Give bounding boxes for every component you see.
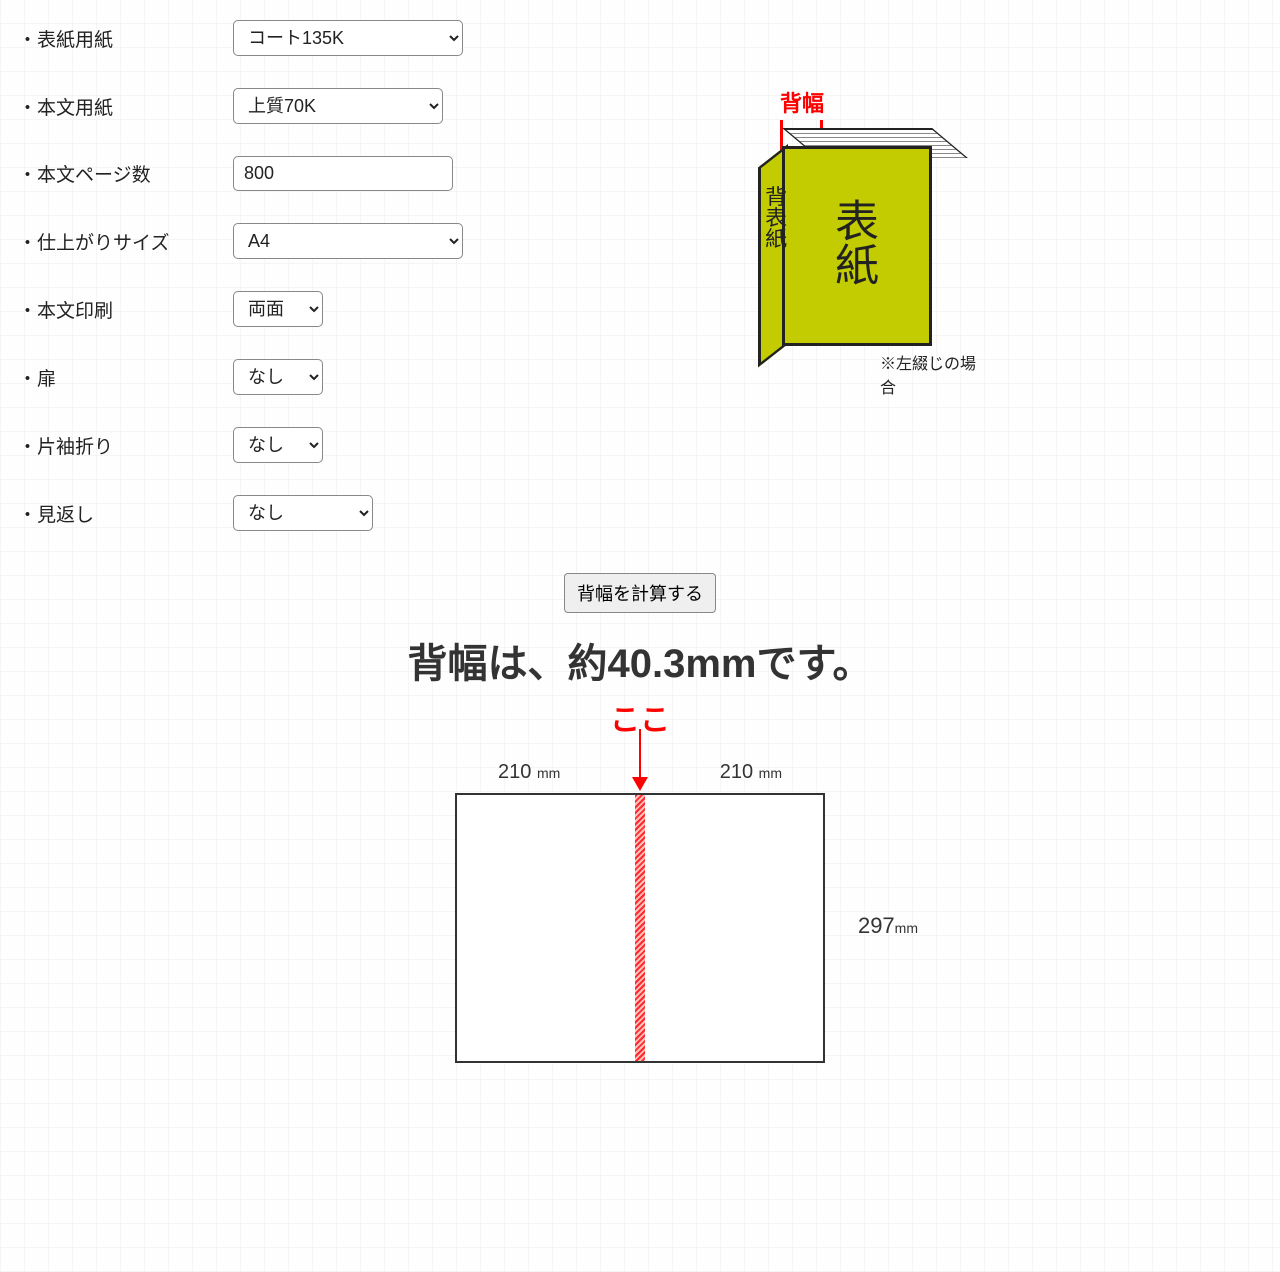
- row-finish-size: 仕上がりサイズ A4: [18, 223, 650, 259]
- label-body-paper: 本文用紙: [18, 93, 233, 120]
- row-body-print: 本文印刷 両面: [18, 291, 650, 327]
- cover-spine-strip: [635, 793, 645, 1063]
- input-page-count[interactable]: [233, 156, 453, 191]
- dim-mm-2: mm: [759, 765, 782, 781]
- row-page-count: 本文ページ数: [18, 156, 650, 191]
- book-3d-shape: 背表紙 表紙: [760, 138, 950, 348]
- row-body-paper: 本文用紙 上質70K: [18, 88, 650, 124]
- dim-width-right: 210 mm: [720, 761, 782, 784]
- select-sleeve-fold[interactable]: なし: [233, 427, 323, 463]
- cover-panel-right: [645, 793, 825, 1063]
- label-tobira: 扉: [18, 364, 233, 391]
- dim-mm-3: mm: [895, 920, 918, 936]
- book-3d-diagram: 背幅 背表紙 表紙 ※左綴じの場合: [690, 90, 990, 410]
- select-body-print[interactable]: 両面: [233, 291, 323, 327]
- calculate-row: 背幅を計算する: [10, 573, 1270, 613]
- select-finish-size[interactable]: A4: [233, 223, 463, 259]
- result-text: 背幅は、約40.3mmです。: [10, 631, 1270, 689]
- calculate-button[interactable]: 背幅を計算する: [564, 573, 716, 613]
- row-cover-paper: 表紙用紙 コート135K: [18, 20, 650, 56]
- label-page-count: 本文ページ数: [18, 160, 233, 187]
- flat-diagram-area: ここ 210 mm 210 mm 297mm: [10, 695, 1270, 1098]
- dim-mm-1: mm: [537, 765, 560, 781]
- dim-height: 297mm: [858, 913, 918, 939]
- dim-width-left-val: 210: [498, 761, 531, 783]
- dim-height-val: 297: [858, 913, 895, 938]
- label-body-print: 本文印刷: [18, 296, 233, 323]
- book-diagram-area: 背幅 背表紙 表紙 ※左綴じの場合: [690, 20, 1270, 410]
- select-tobira[interactable]: なし: [233, 359, 323, 395]
- book-front-text: 表紙: [830, 198, 874, 286]
- label-cover-paper: 表紙用紙: [18, 25, 233, 52]
- dim-width-left: 210 mm: [498, 761, 560, 784]
- label-sleeve-fold: 片袖折り: [18, 432, 233, 459]
- book-spine-text: 背表紙: [763, 186, 786, 249]
- flat-cover-diagram: 210 mm 210 mm 297mm: [440, 733, 840, 1093]
- row-sleeve-fold: 片袖折り なし: [18, 427, 650, 463]
- dim-width-right-val: 210: [720, 761, 753, 783]
- select-mikaeshi[interactable]: なし: [233, 495, 373, 531]
- koko-arrow-icon: [636, 729, 644, 793]
- row-mikaeshi: 見返し なし: [18, 495, 650, 531]
- label-mikaeshi: 見返し: [18, 500, 233, 527]
- label-finish-size: 仕上がりサイズ: [18, 228, 233, 255]
- options-form: 表紙用紙 コート135K 本文用紙 上質70K 本文ページ数 仕上がりサイズ A…: [10, 20, 650, 563]
- select-body-paper[interactable]: 上質70K: [233, 88, 443, 124]
- select-cover-paper[interactable]: コート135K: [233, 20, 463, 56]
- sehaba-label: 背幅: [780, 86, 824, 118]
- book-note: ※左綴じの場合: [880, 350, 990, 398]
- cover-panel-left: [455, 793, 635, 1063]
- row-tobira: 扉 なし: [18, 359, 650, 395]
